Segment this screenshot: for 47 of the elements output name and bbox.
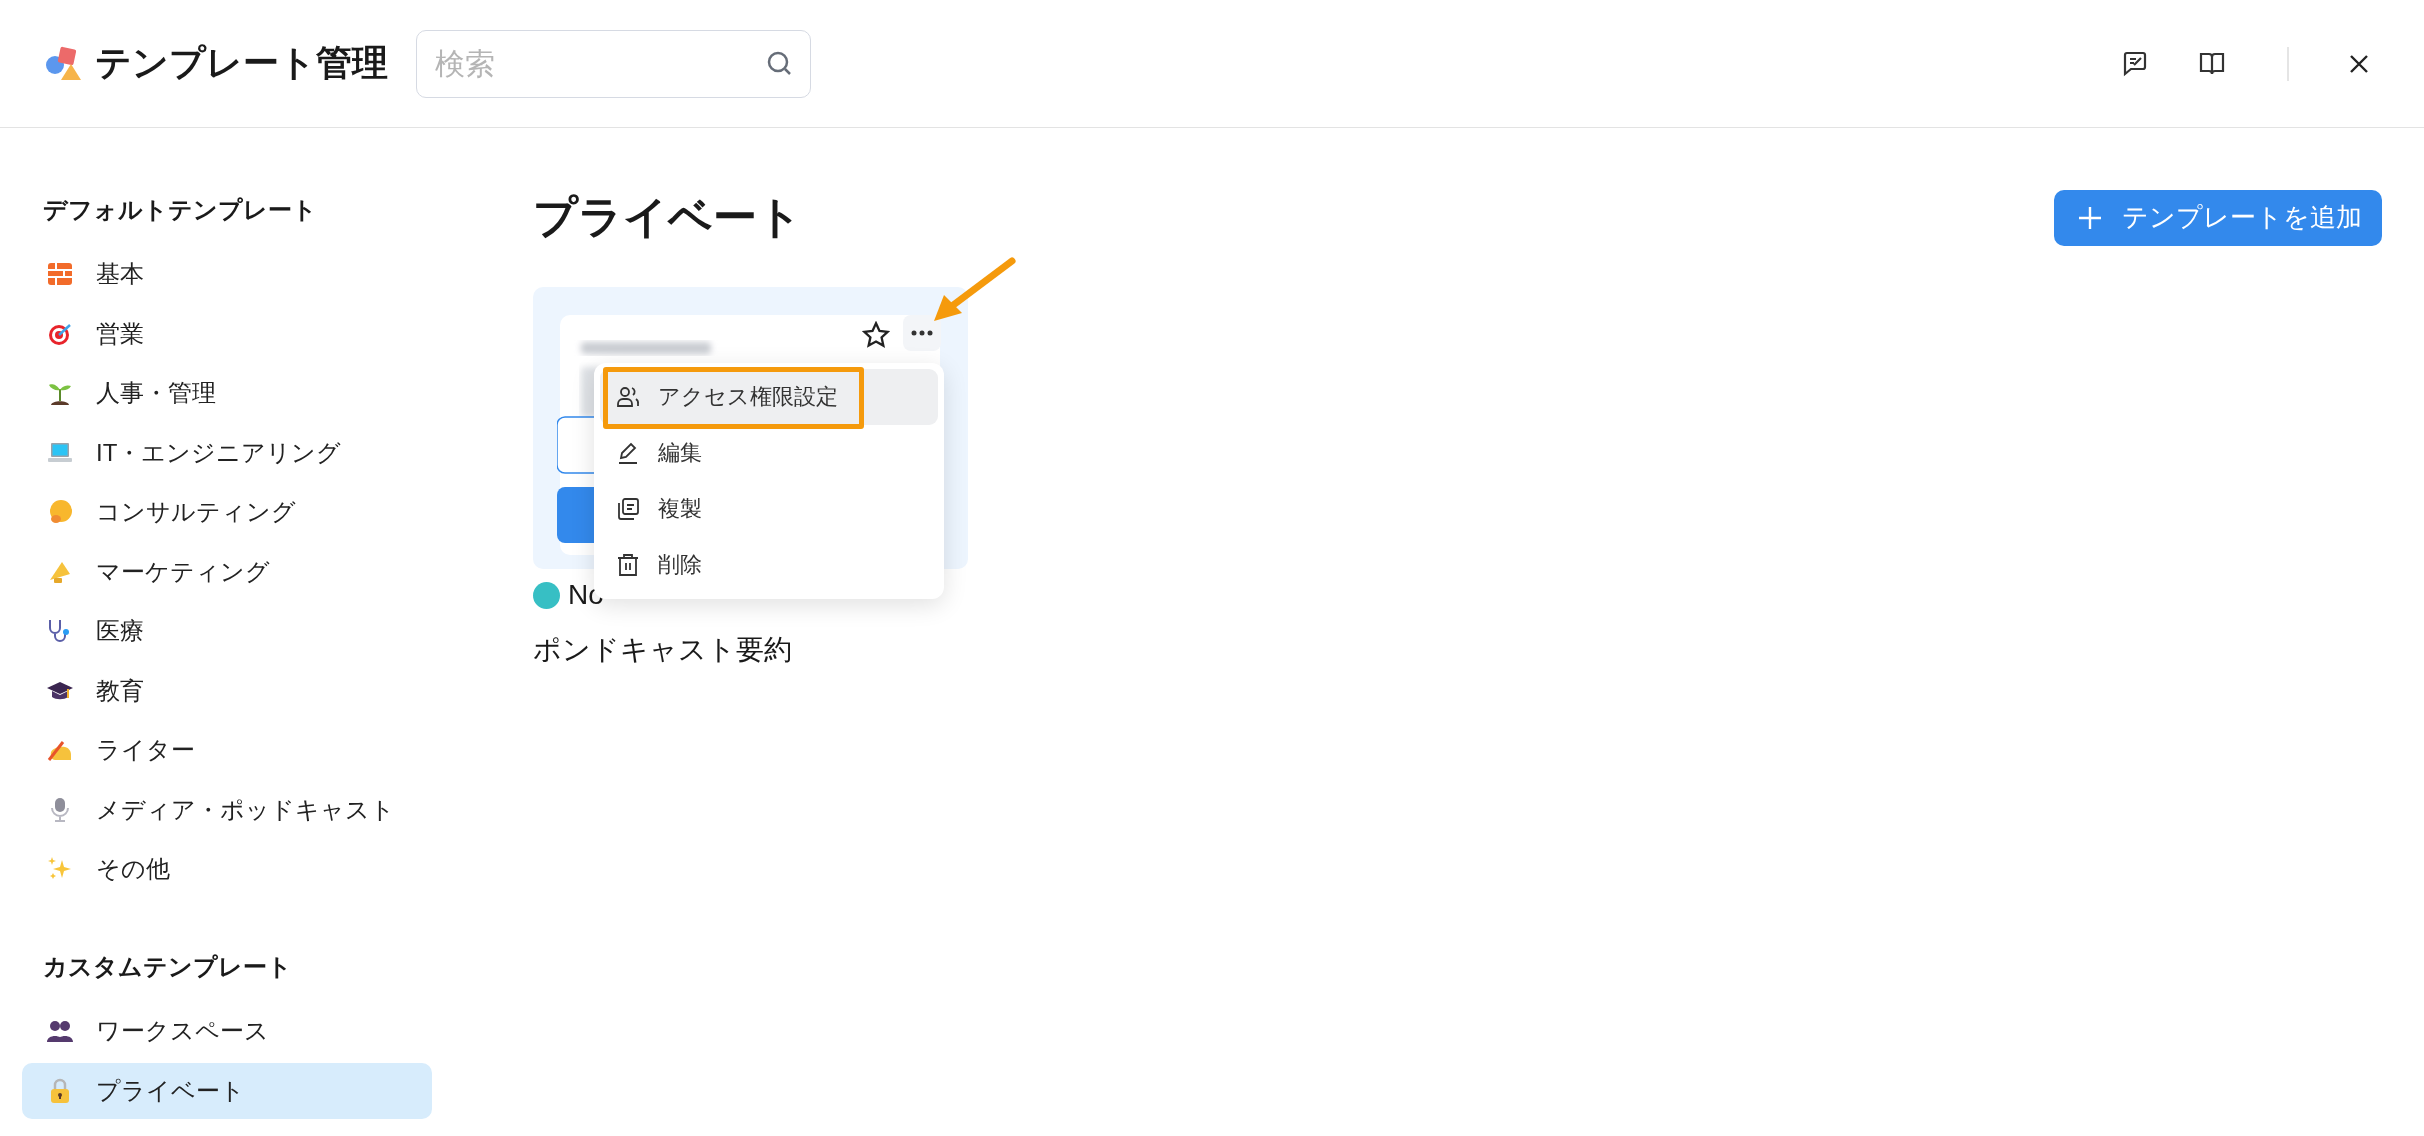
category-item[interactable]: 教育 <box>22 662 432 719</box>
laptop-icon <box>48 441 72 464</box>
plus-icon <box>2078 205 2102 230</box>
section-heading: カスタムテンプレート <box>42 952 293 982</box>
category-item[interactable]: 人事・管理 <box>22 365 432 421</box>
category-item[interactable]: マーケティング <box>22 543 432 600</box>
category-item[interactable]: 営業 <box>22 305 432 362</box>
microphone-icon <box>49 796 71 823</box>
category-item[interactable]: プライベート <box>22 1062 432 1119</box>
edit-icon <box>616 441 640 465</box>
target-icon <box>48 321 72 346</box>
more-button[interactable] <box>903 315 941 351</box>
author-avatar <box>533 581 560 609</box>
search-field[interactable]: 検索 <box>416 29 811 98</box>
graduation-cap-icon <box>47 679 73 702</box>
category-item[interactable]: 医療 <box>22 603 432 659</box>
section-heading: デフォルトテンプレート <box>42 195 318 225</box>
category-item[interactable]: メディア・ポッドキャスト <box>22 781 432 838</box>
copy-icon <box>616 497 640 521</box>
search-icon <box>767 50 793 77</box>
book-icon <box>2199 50 2225 77</box>
category-item[interactable]: その他 <box>22 841 432 897</box>
add-template-button[interactable]: テンプレートを追加 <box>2054 189 2382 246</box>
chat-edit-icon <box>2122 50 2148 77</box>
more-icon <box>911 330 933 336</box>
menu-item[interactable]: 削除 <box>600 537 938 593</box>
app-title: テンプレート管理 <box>95 41 388 85</box>
people-icon <box>47 1020 73 1042</box>
brick-wall-icon <box>48 263 72 285</box>
category-item[interactable]: ワークスペース <box>22 1003 432 1059</box>
hand-pencil-icon <box>47 738 73 762</box>
lock-icon <box>49 1077 71 1104</box>
category-item[interactable]: コンサルティング <box>22 484 432 540</box>
page-title: プライベート <box>533 191 802 243</box>
round-emoji-icon <box>48 500 72 524</box>
category-item[interactable]: ライター <box>22 722 432 778</box>
close-icon <box>2348 52 2370 75</box>
menu-item[interactable]: アクセス権限設定 <box>600 369 938 425</box>
category-item[interactable]: 基本 <box>22 246 432 302</box>
menu-item[interactable]: 編集 <box>600 425 938 481</box>
trash-icon <box>616 553 640 577</box>
category-item[interactable]: IT・エンジニアリング <box>22 424 432 481</box>
template-name: ポンドキャスト要約 <box>533 633 793 667</box>
star-icon[interactable] <box>862 321 890 349</box>
seedling-icon <box>48 381 72 405</box>
menu-item[interactable]: 複製 <box>600 481 938 537</box>
users-icon <box>616 385 640 409</box>
